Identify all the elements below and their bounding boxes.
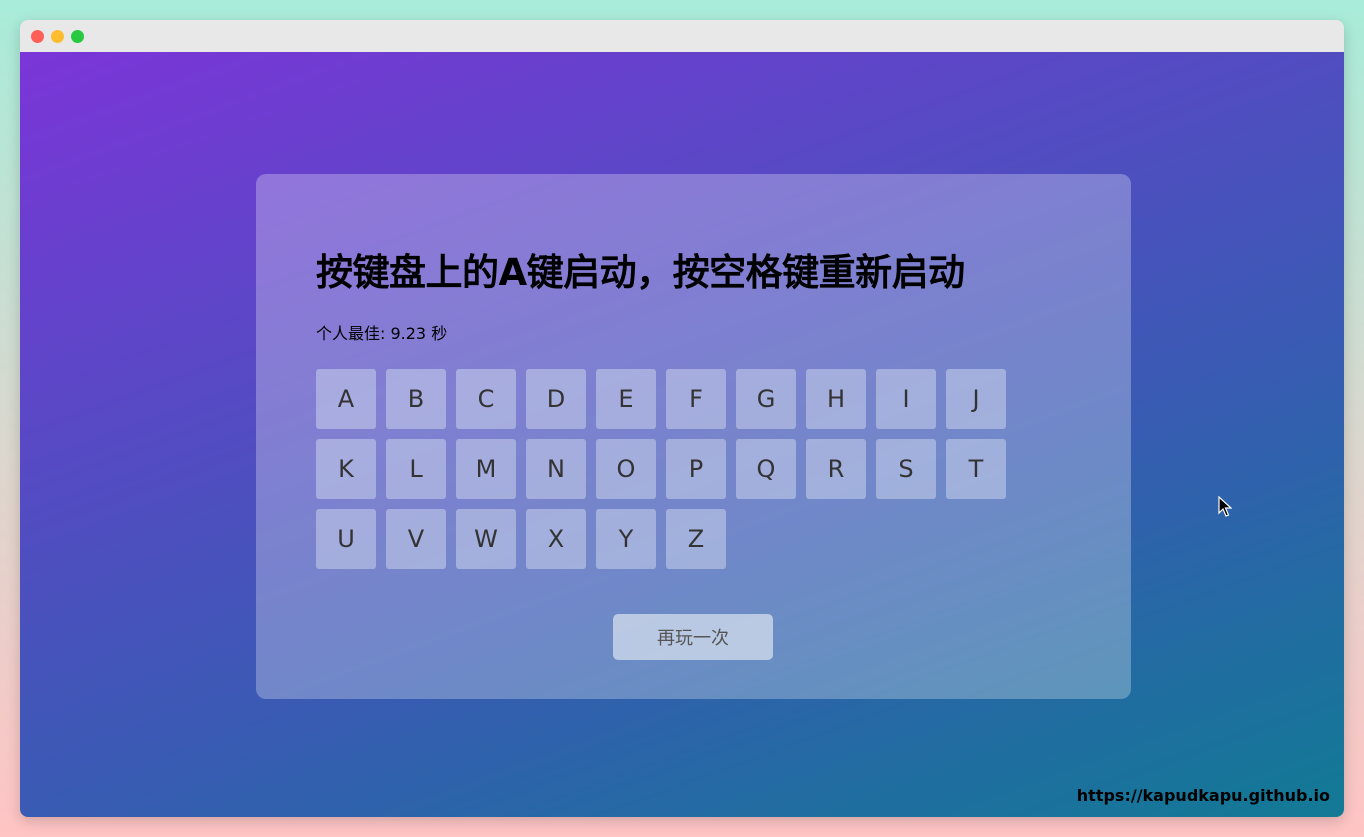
maximize-window-button[interactable]	[71, 30, 84, 43]
letter-key-i[interactable]: I	[876, 369, 936, 429]
letter-key-f[interactable]: F	[666, 369, 726, 429]
letter-key-j[interactable]: J	[946, 369, 1006, 429]
close-window-button[interactable]	[31, 30, 44, 43]
letter-key-r[interactable]: R	[806, 439, 866, 499]
browser-window: 按键盘上的A键启动，按空格键重新启动 个人最佳: 9.23 秒 ABCDEFGH…	[20, 20, 1344, 817]
letter-key-a[interactable]: A	[316, 369, 376, 429]
minimize-window-button[interactable]	[51, 30, 64, 43]
letter-key-y[interactable]: Y	[596, 509, 656, 569]
game-panel: 按键盘上的A键启动，按空格键重新启动 个人最佳: 9.23 秒 ABCDEFGH…	[256, 174, 1131, 699]
letter-key-z[interactable]: Z	[666, 509, 726, 569]
letter-key-b[interactable]: B	[386, 369, 446, 429]
letter-key-e[interactable]: E	[596, 369, 656, 429]
letter-key-q[interactable]: Q	[736, 439, 796, 499]
page-content: 按键盘上的A键启动，按空格键重新启动 个人最佳: 9.23 秒 ABCDEFGH…	[20, 52, 1344, 817]
title-bar	[20, 20, 1344, 52]
letter-key-d[interactable]: D	[526, 369, 586, 429]
letter-key-h[interactable]: H	[806, 369, 866, 429]
letter-key-n[interactable]: N	[526, 439, 586, 499]
site-url-credit: https://kapudkapu.github.io	[1076, 786, 1330, 805]
mouse-pointer-icon	[1218, 496, 1232, 517]
letter-key-u[interactable]: U	[316, 509, 376, 569]
letter-key-s[interactable]: S	[876, 439, 936, 499]
letter-key-l[interactable]: L	[386, 439, 446, 499]
letter-key-k[interactable]: K	[316, 439, 376, 499]
letter-key-m[interactable]: M	[456, 439, 516, 499]
letter-key-w[interactable]: W	[456, 509, 516, 569]
letter-key-g[interactable]: G	[736, 369, 796, 429]
letter-key-o[interactable]: O	[596, 439, 656, 499]
letter-key-c[interactable]: C	[456, 369, 516, 429]
play-again-button[interactable]: 再玩一次	[613, 614, 773, 660]
letter-key-v[interactable]: V	[386, 509, 446, 569]
letter-key-p[interactable]: P	[666, 439, 726, 499]
letter-key-x[interactable]: X	[526, 509, 586, 569]
instruction-heading: 按键盘上的A键启动，按空格键重新启动	[316, 251, 965, 294]
letter-key-t[interactable]: T	[946, 439, 1006, 499]
personal-best: 个人最佳: 9.23 秒	[316, 324, 448, 343]
